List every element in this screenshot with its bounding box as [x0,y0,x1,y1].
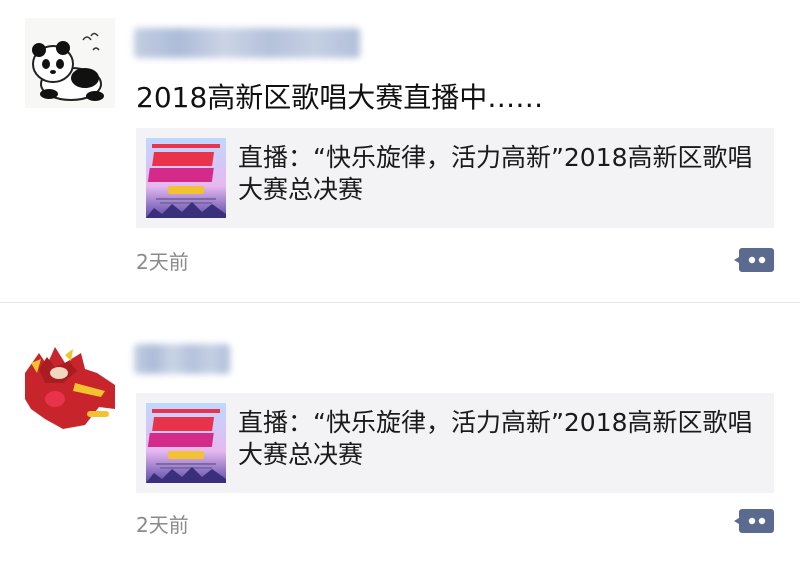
post-text: 2018高新区歌唱大赛直播中…… [136,81,544,114]
shared-link-card[interactable]: 直播：“快乐旋律，活力高新”2018高新区歌唱大赛总决赛 [136,393,774,493]
user-name[interactable] [134,344,230,374]
concert-poster-thumbnail [146,138,226,218]
link-title: 直播：“快乐旋律，活力高新”2018高新区歌唱大赛总决赛 [238,408,753,469]
concert-poster-thumbnail [146,403,226,483]
link-title: 直播：“快乐旋律，活力高新”2018高新区歌唱大赛总决赛 [238,143,753,204]
timestamp: 2天前 [136,250,189,274]
shared-link-card[interactable]: 直播：“快乐旋律，活力高新”2018高新区歌唱大赛总决赛 [136,128,774,228]
red-hero-avatar-icon[interactable] [25,339,115,429]
moment-post: 直播：“快乐旋律，活力高新”2018高新区歌唱大赛总决赛 2天前 [0,303,800,574]
user-name[interactable] [134,28,360,58]
timestamp: 2天前 [136,513,189,537]
panda-avatar-icon[interactable] [25,18,115,108]
moment-post: 2018高新区歌唱大赛直播中…… 直播：“快乐旋律，活力高新”2018高新区歌唱… [0,0,800,302]
comment-icon[interactable] [734,246,774,274]
comment-icon[interactable] [734,507,774,535]
